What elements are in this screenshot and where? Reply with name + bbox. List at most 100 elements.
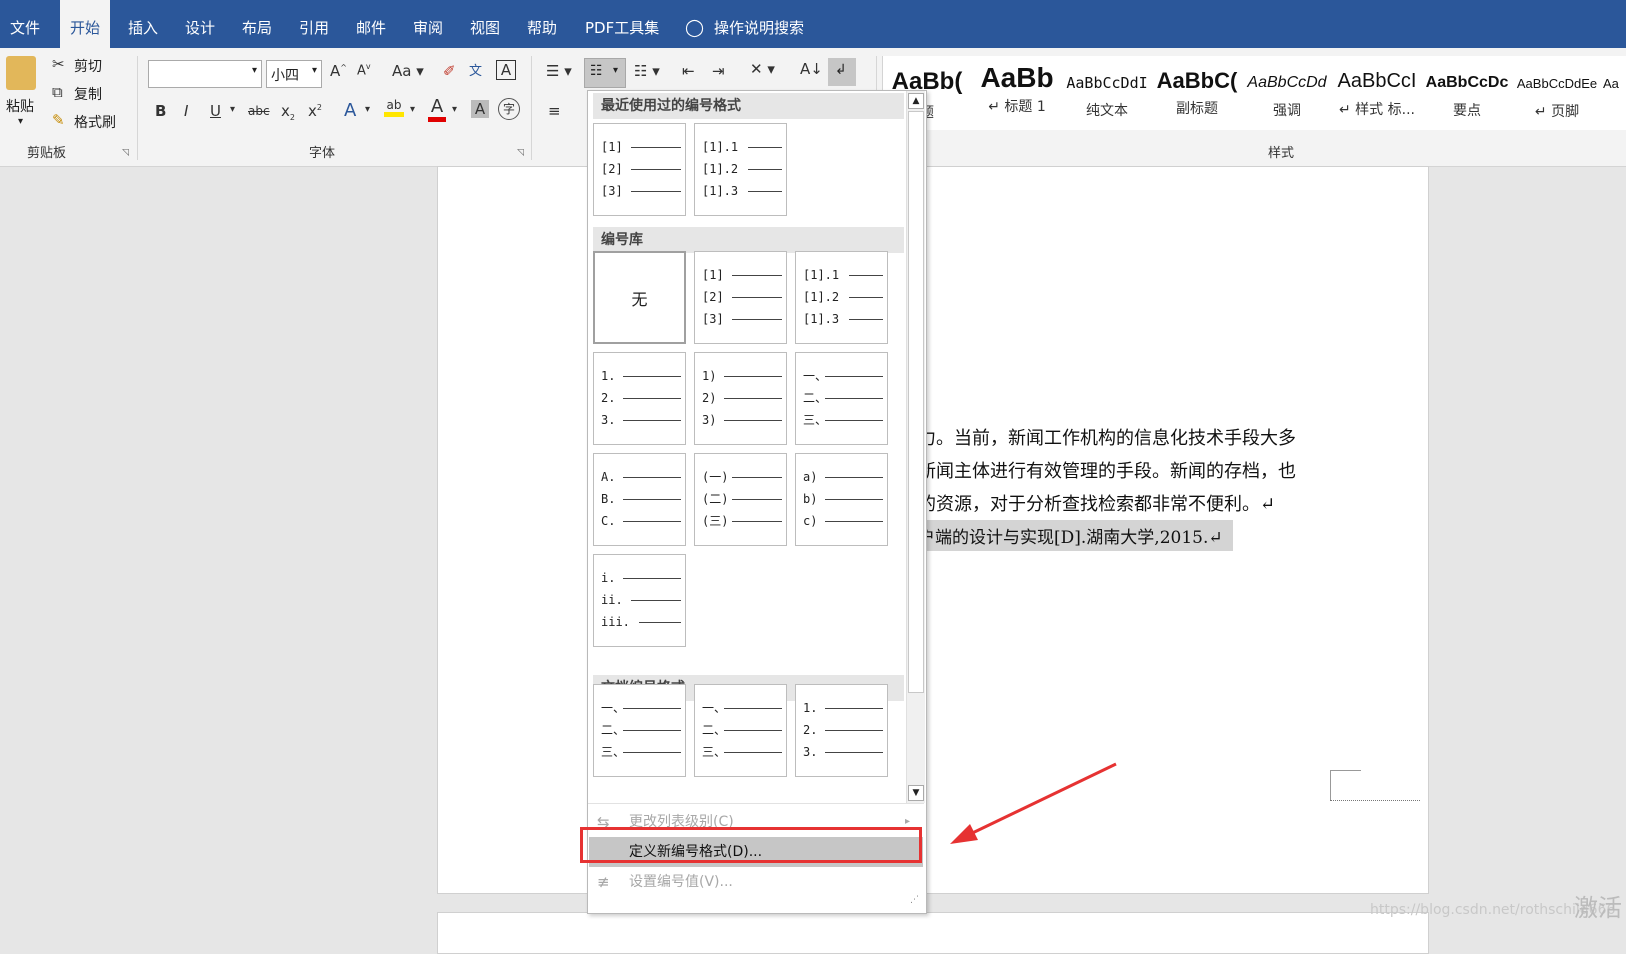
menu-divider — [588, 803, 924, 804]
numbering-format-tile[interactable]: [1].1 [1].2 [1].3 — [694, 123, 787, 216]
clipboard-icon[interactable] — [6, 56, 36, 90]
numbering-placeholder-line — [631, 169, 681, 170]
numbering-format-tile[interactable]: 一、 二、 三、 — [795, 352, 888, 445]
tab-pdf-tools[interactable]: PDF工具集 — [575, 0, 669, 48]
shrink-font-icon[interactable]: Av — [357, 62, 371, 78]
format-painter-button[interactable]: 格式刷 — [74, 112, 116, 132]
tab-references[interactable]: 引用 — [289, 0, 339, 48]
numbering-format-tile[interactable]: a) b) c) — [795, 453, 888, 546]
style-item[interactable]: AaBbCcDd 强调 — [1243, 56, 1331, 130]
font-size-combobox[interactable]: 小四 ▾ — [266, 60, 322, 88]
document-page[interactable] — [437, 912, 1429, 954]
resize-grip-icon[interactable]: ⋰ — [910, 895, 919, 905]
bold-button[interactable]: B — [155, 102, 166, 120]
font-name-combobox[interactable]: ▾ — [148, 60, 262, 88]
underline-button[interactable]: U — [210, 102, 221, 120]
phonetic-guide-icon[interactable]: 文 — [469, 60, 482, 79]
page-margin-dots — [1330, 800, 1420, 801]
paste-dropdown-icon[interactable]: ▾ — [18, 116, 23, 127]
tab-file[interactable]: 文件 — [0, 0, 50, 48]
style-item[interactable]: Aa — [1603, 56, 1626, 130]
strikethrough-button[interactable]: abc — [248, 104, 270, 118]
chevron-down-icon[interactable]: ▾ — [365, 104, 370, 115]
numbering-button[interactable]: ☷ ▾ — [584, 58, 626, 88]
enclose-characters-icon[interactable]: 字 — [498, 98, 520, 120]
chinese-layout-icon[interactable]: ✕ ▾ — [750, 60, 775, 78]
numbering-sample-line: (三) — [702, 510, 782, 532]
numbering-format-tile[interactable]: [1] [2] [3] — [694, 251, 787, 344]
clipboard-launcher-icon[interactable]: ◹ — [122, 148, 129, 158]
scroll-down-button[interactable]: ▼ — [908, 785, 924, 801]
numbering-format-tile[interactable]: 1. 2. 3. — [593, 352, 686, 445]
numbering-placeholder-line — [623, 521, 681, 522]
increase-indent-icon[interactable]: ⇥ — [712, 62, 725, 80]
font-launcher-icon[interactable]: ◹ — [517, 148, 524, 158]
tell-me-search[interactable]: ◯ 操作说明搜索 — [685, 0, 814, 48]
numbering-format-tile[interactable]: 无 — [593, 251, 686, 344]
style-item[interactable]: AaBbCcDc 要点 — [1423, 56, 1511, 130]
style-item[interactable]: AaBbCcI ↵ 样式 标... — [1333, 56, 1421, 130]
numbering-placeholder-line — [724, 420, 782, 421]
numbering-sample-line: 2. — [803, 719, 883, 741]
numbering-placeholder-line — [748, 147, 782, 148]
clear-formatting-icon[interactable]: ✐ — [443, 62, 456, 80]
subscript-button[interactable]: x2 — [281, 102, 295, 122]
tab-insert[interactable]: 插入 — [118, 0, 168, 48]
italic-button[interactable]: I — [184, 102, 188, 120]
cut-button[interactable]: 剪切 — [74, 56, 102, 76]
tab-home[interactable]: 开始 — [60, 0, 111, 48]
numbering-format-tile[interactable]: [1].1 [1].2 [1].3 — [795, 251, 888, 344]
numbering-sample-line: 3. — [601, 409, 681, 431]
numbering-format-tile[interactable]: 1. 2. 3. — [795, 684, 888, 777]
tab-design[interactable]: 设计 — [175, 0, 225, 48]
format-painter-icon: ✎ — [52, 111, 65, 129]
numbering-format-tile[interactable]: (一) (二) (三) — [694, 453, 787, 546]
set-numbering-value-item[interactable]: ≢ 设置编号值(V)... — [589, 867, 923, 897]
chevron-down-icon[interactable]: ▾ — [410, 104, 415, 115]
numbering-sample-line: b) — [803, 488, 883, 510]
multilevel-list-icon[interactable]: ☷ ▾ — [634, 62, 660, 80]
change-case-button[interactable]: Aa ▾ — [392, 62, 424, 80]
numbering-sample-line: [3] — [601, 180, 681, 202]
bullets-icon[interactable]: ☰ ▾ — [546, 62, 572, 80]
numbering-sample-line: 三、 — [601, 741, 681, 763]
show-formatting-marks-icon[interactable]: ↲ — [828, 58, 856, 86]
copy-button[interactable]: 复制 — [74, 84, 102, 104]
style-item[interactable]: AaBbCcDdI 纯文本 — [1063, 56, 1151, 130]
numbering-format-tile[interactable]: A. B. C. — [593, 453, 686, 546]
chevron-down-icon[interactable]: ▾ — [452, 104, 457, 115]
ribbon-tab-bar: 文件 开始 插入 设计 布局 引用 邮件 审阅 视图 帮助 PDF工具集 ◯ 操作… — [0, 0, 1626, 48]
chevron-down-icon[interactable]: ▾ — [230, 104, 235, 115]
numbering-format-tile[interactable]: i. ii. iii. — [593, 554, 686, 647]
numbering-format-tile[interactable]: 一、 二、 三、 — [593, 684, 686, 777]
numbering-format-tile[interactable]: 1) 2) 3) — [694, 352, 787, 445]
font-color-icon[interactable]: A — [428, 96, 446, 122]
style-item[interactable]: AaBbCcDdEe ↵ 页脚 — [1513, 56, 1601, 130]
numbering-format-tile[interactable]: [1] [2] [3] — [593, 123, 686, 216]
paste-button[interactable]: 粘贴 — [6, 96, 34, 116]
style-item[interactable]: AaBb ↵ 标题 1 — [973, 56, 1061, 130]
numbering-format-tile[interactable]: 一、 二、 三、 — [694, 684, 787, 777]
character-border-icon[interactable]: A — [496, 60, 516, 80]
tab-mailings[interactable]: 邮件 — [346, 0, 396, 48]
sort-icon[interactable]: A↓ — [800, 60, 823, 78]
scroll-up-button[interactable]: ▲ — [908, 93, 924, 109]
tab-review[interactable]: 审阅 — [403, 0, 453, 48]
superscript-button[interactable]: x2 — [308, 102, 322, 120]
tab-layout[interactable]: 布局 — [232, 0, 282, 48]
numbering-sample-line: C. — [601, 510, 681, 532]
numbering-placeholder-line — [732, 499, 782, 500]
scroll-thumb[interactable] — [908, 111, 924, 693]
style-item[interactable]: AaBbC(副标题 — [1153, 56, 1241, 130]
grow-font-icon[interactable]: A^ — [330, 62, 347, 80]
dropdown-scrollbar[interactable]: ▲ ▼ — [906, 91, 925, 803]
page-corner-mark — [1330, 770, 1361, 801]
text-effects-icon[interactable]: A — [344, 100, 356, 121]
align-left-icon[interactable]: ≡ — [548, 102, 561, 120]
decrease-indent-icon[interactable]: ⇤ — [682, 62, 695, 80]
numbering-placeholder-line — [732, 319, 782, 320]
tab-help[interactable]: 帮助 — [517, 0, 567, 48]
tab-view[interactable]: 视图 — [460, 0, 510, 48]
character-shading-icon[interactable]: A — [471, 100, 489, 118]
highlight-color-icon[interactable]: ab — [384, 98, 404, 117]
